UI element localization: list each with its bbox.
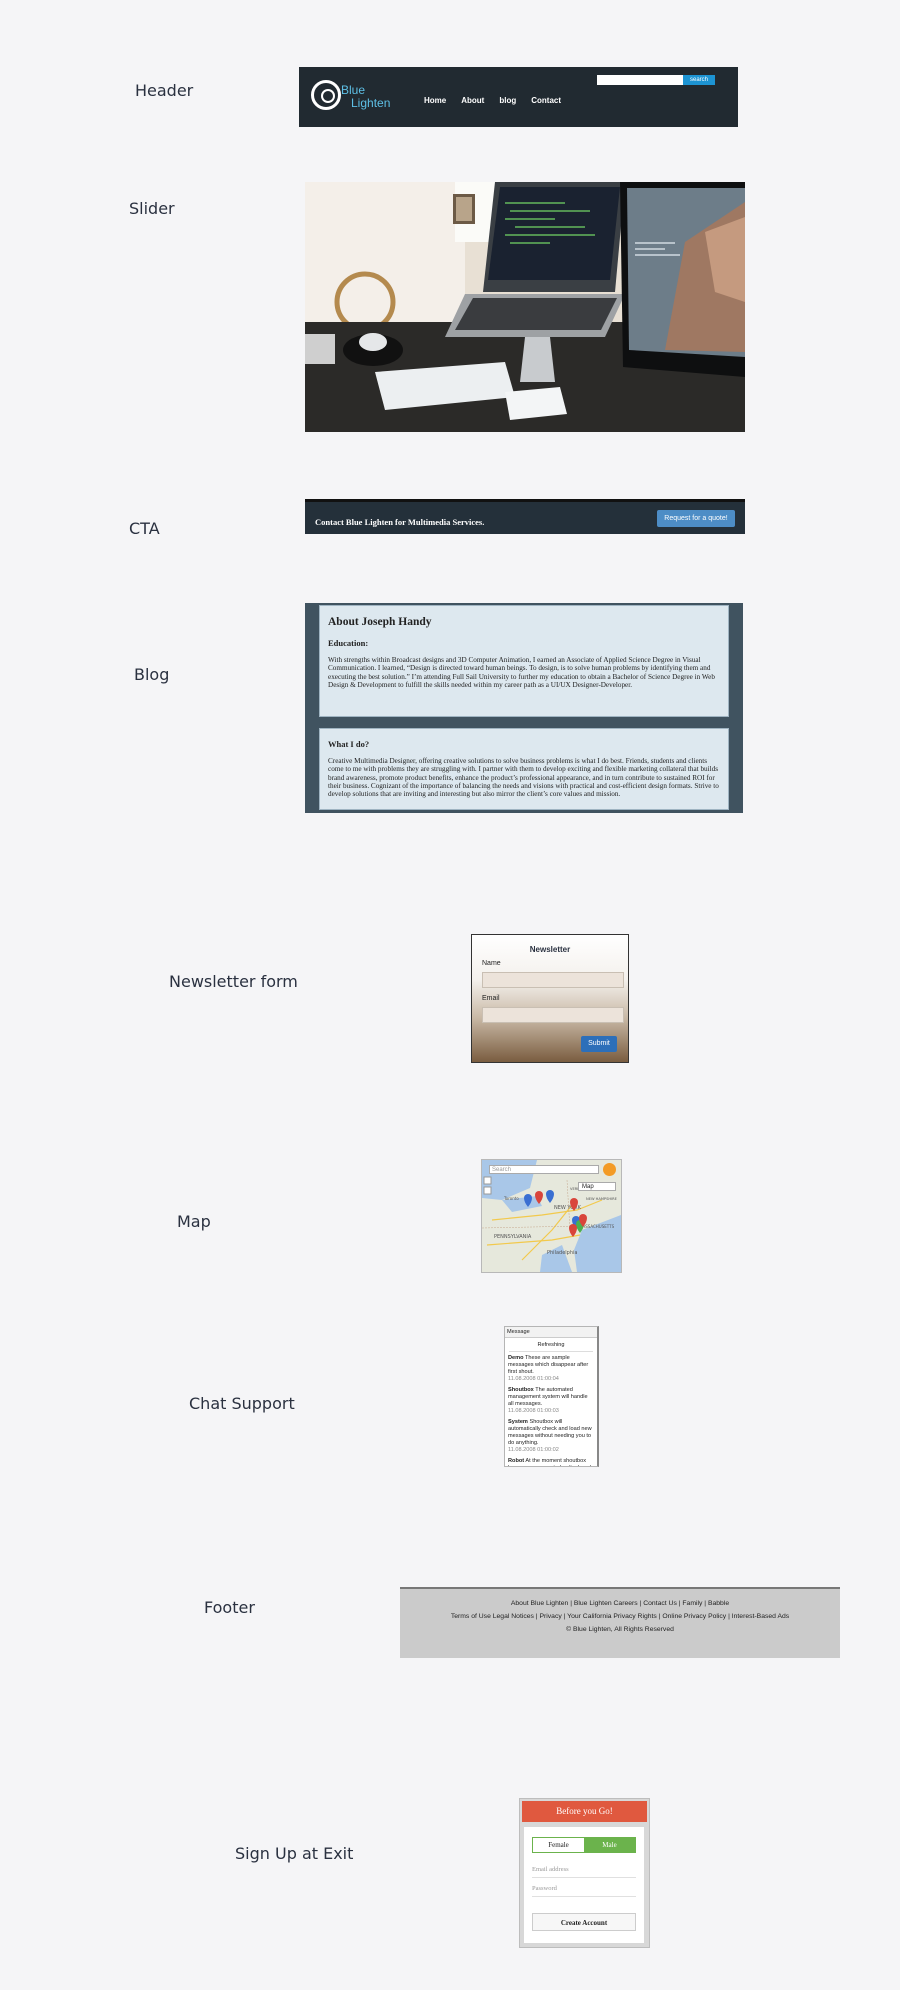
cta-text: Contact Blue Lighten for Multimedia Serv… xyxy=(315,517,485,527)
desk-photo-illustration xyxy=(305,182,745,432)
password-field[interactable]: Password xyxy=(532,1882,636,1897)
chat-author: Demo xyxy=(508,1355,524,1361)
map-illustration: NEW YORK MASSACHUSETTS PENNSYLVANIA Phil… xyxy=(482,1160,621,1272)
chat-refresh[interactable]: Refreshing xyxy=(509,1340,593,1352)
brand-name[interactable]: Blue Lighten xyxy=(341,84,390,110)
exit-form: Female Male Email address Password Creat… xyxy=(524,1827,644,1943)
footer-copyright: © Blue Lighten, All Rights Reserved xyxy=(566,1626,674,1633)
map-place-newhampshire: NEW HAMPSHIRE xyxy=(586,1197,618,1201)
search-button[interactable]: search xyxy=(683,75,715,85)
nav-about[interactable]: About xyxy=(461,96,484,105)
chat-time: 11.08.2008 01:00:04 xyxy=(508,1376,559,1382)
brand-line-1: Blue xyxy=(341,83,366,97)
chat-message: System Shoutbox will automatically check… xyxy=(505,1419,597,1454)
brand-line-2: Lighten xyxy=(351,96,391,110)
request-quote-button[interactable]: Request for a quote! xyxy=(657,510,735,527)
education-heading: Education: xyxy=(328,638,369,648)
map-place-pennsylvania: PENNSYLVANIA xyxy=(494,1234,532,1240)
slider-image xyxy=(305,182,745,432)
submit-button[interactable]: Submit xyxy=(581,1036,617,1052)
chat-message: Shoutbox The automated management system… xyxy=(505,1387,597,1415)
label-blog: Blog xyxy=(134,665,170,684)
chat-author: Shoutbox xyxy=(508,1387,534,1393)
chat-time: 11.08.2008 01:00:02 xyxy=(508,1447,559,1453)
map-search-icon[interactable] xyxy=(603,1163,616,1176)
email-field[interactable] xyxy=(482,1007,624,1023)
cta-bar: Contact Blue Lighten for Multimedia Serv… xyxy=(305,499,745,534)
nav-contact[interactable]: Contact xyxy=(531,96,561,105)
map-search-input[interactable]: Search xyxy=(489,1165,599,1174)
what-i-do-box: What I do? Creative Multimedia Designer,… xyxy=(319,728,729,810)
newsletter-form: Newsletter Name Email Submit xyxy=(471,934,629,1063)
chat-header: Message xyxy=(505,1327,597,1338)
search-input[interactable] xyxy=(597,75,685,85)
email-label: Email xyxy=(482,995,500,1002)
about-box: About Joseph Handy Education: With stren… xyxy=(319,605,729,717)
footer-links-line-2[interactable]: Terms of Use Legal Notices | Privacy | Y… xyxy=(400,1613,840,1620)
main-nav: Home About blog Contact xyxy=(424,96,561,105)
chat-time: 11.08.2008 01:00:03 xyxy=(508,1408,559,1414)
male-option[interactable]: Male xyxy=(584,1838,635,1852)
exit-signup-popup: Before you Go! Female Male Email address… xyxy=(519,1798,650,1948)
footer-links-line-1[interactable]: About Blue Lighten | Blue Lighten Career… xyxy=(400,1600,840,1607)
chat-author: Robot xyxy=(508,1458,525,1464)
nav-blog[interactable]: blog xyxy=(499,96,516,105)
gender-toggle: Female Male xyxy=(532,1837,636,1853)
blog-section: About Joseph Handy Education: With stren… xyxy=(305,603,743,813)
chat-message: Robot At the moment shoutbox has no mess… xyxy=(505,1458,597,1466)
name-label: Name xyxy=(482,960,501,967)
label-slider: Slider xyxy=(129,199,175,218)
label-newsletter: Newsletter form xyxy=(169,972,298,991)
label-footer: Footer xyxy=(204,1598,255,1617)
label-map: Map xyxy=(177,1212,211,1231)
label-cta: CTA xyxy=(129,519,160,538)
label-exit: Sign Up at Exit xyxy=(235,1844,354,1863)
what-i-do-text: Creative Multimedia Designer, offering c… xyxy=(328,757,719,799)
email-address-field[interactable]: Email address xyxy=(532,1863,636,1878)
blog-title: About Joseph Handy xyxy=(328,616,432,628)
chat-author: System xyxy=(508,1419,528,1425)
female-option[interactable]: Female xyxy=(533,1838,584,1852)
footer-mockup: About Blue Lighten | Blue Lighten Career… xyxy=(400,1587,840,1658)
map-place-toronto: Toronto xyxy=(503,1196,519,1201)
what-i-do-heading: What I do? xyxy=(328,739,370,749)
label-header: Header xyxy=(135,81,194,100)
map-place-philadelphia: Philadelphia xyxy=(547,1250,577,1256)
label-chat: Chat Support xyxy=(189,1394,295,1413)
nav-home[interactable]: Home xyxy=(424,96,446,105)
header-mockup: Blue Lighten Home About blog Contact sea… xyxy=(299,67,738,127)
chat-support-box: Message Refreshing Demo These are sample… xyxy=(504,1326,599,1467)
create-account-button[interactable]: Create Account xyxy=(532,1913,636,1931)
logo-icon[interactable] xyxy=(311,80,341,110)
map-widget: NEW YORK MASSACHUSETTS PENNSYLVANIA Phil… xyxy=(481,1159,622,1273)
map-place-newyork: NEW YORK xyxy=(554,1205,582,1211)
map-type-select[interactable]: Map xyxy=(578,1182,616,1191)
name-field[interactable] xyxy=(482,972,624,988)
education-text: With strengths within Broadcast designs … xyxy=(328,656,715,689)
newsletter-title: Newsletter xyxy=(529,945,571,954)
chat-message: Demo These are sample messages which dis… xyxy=(505,1355,597,1383)
exit-title: Before you Go! xyxy=(522,1801,647,1822)
